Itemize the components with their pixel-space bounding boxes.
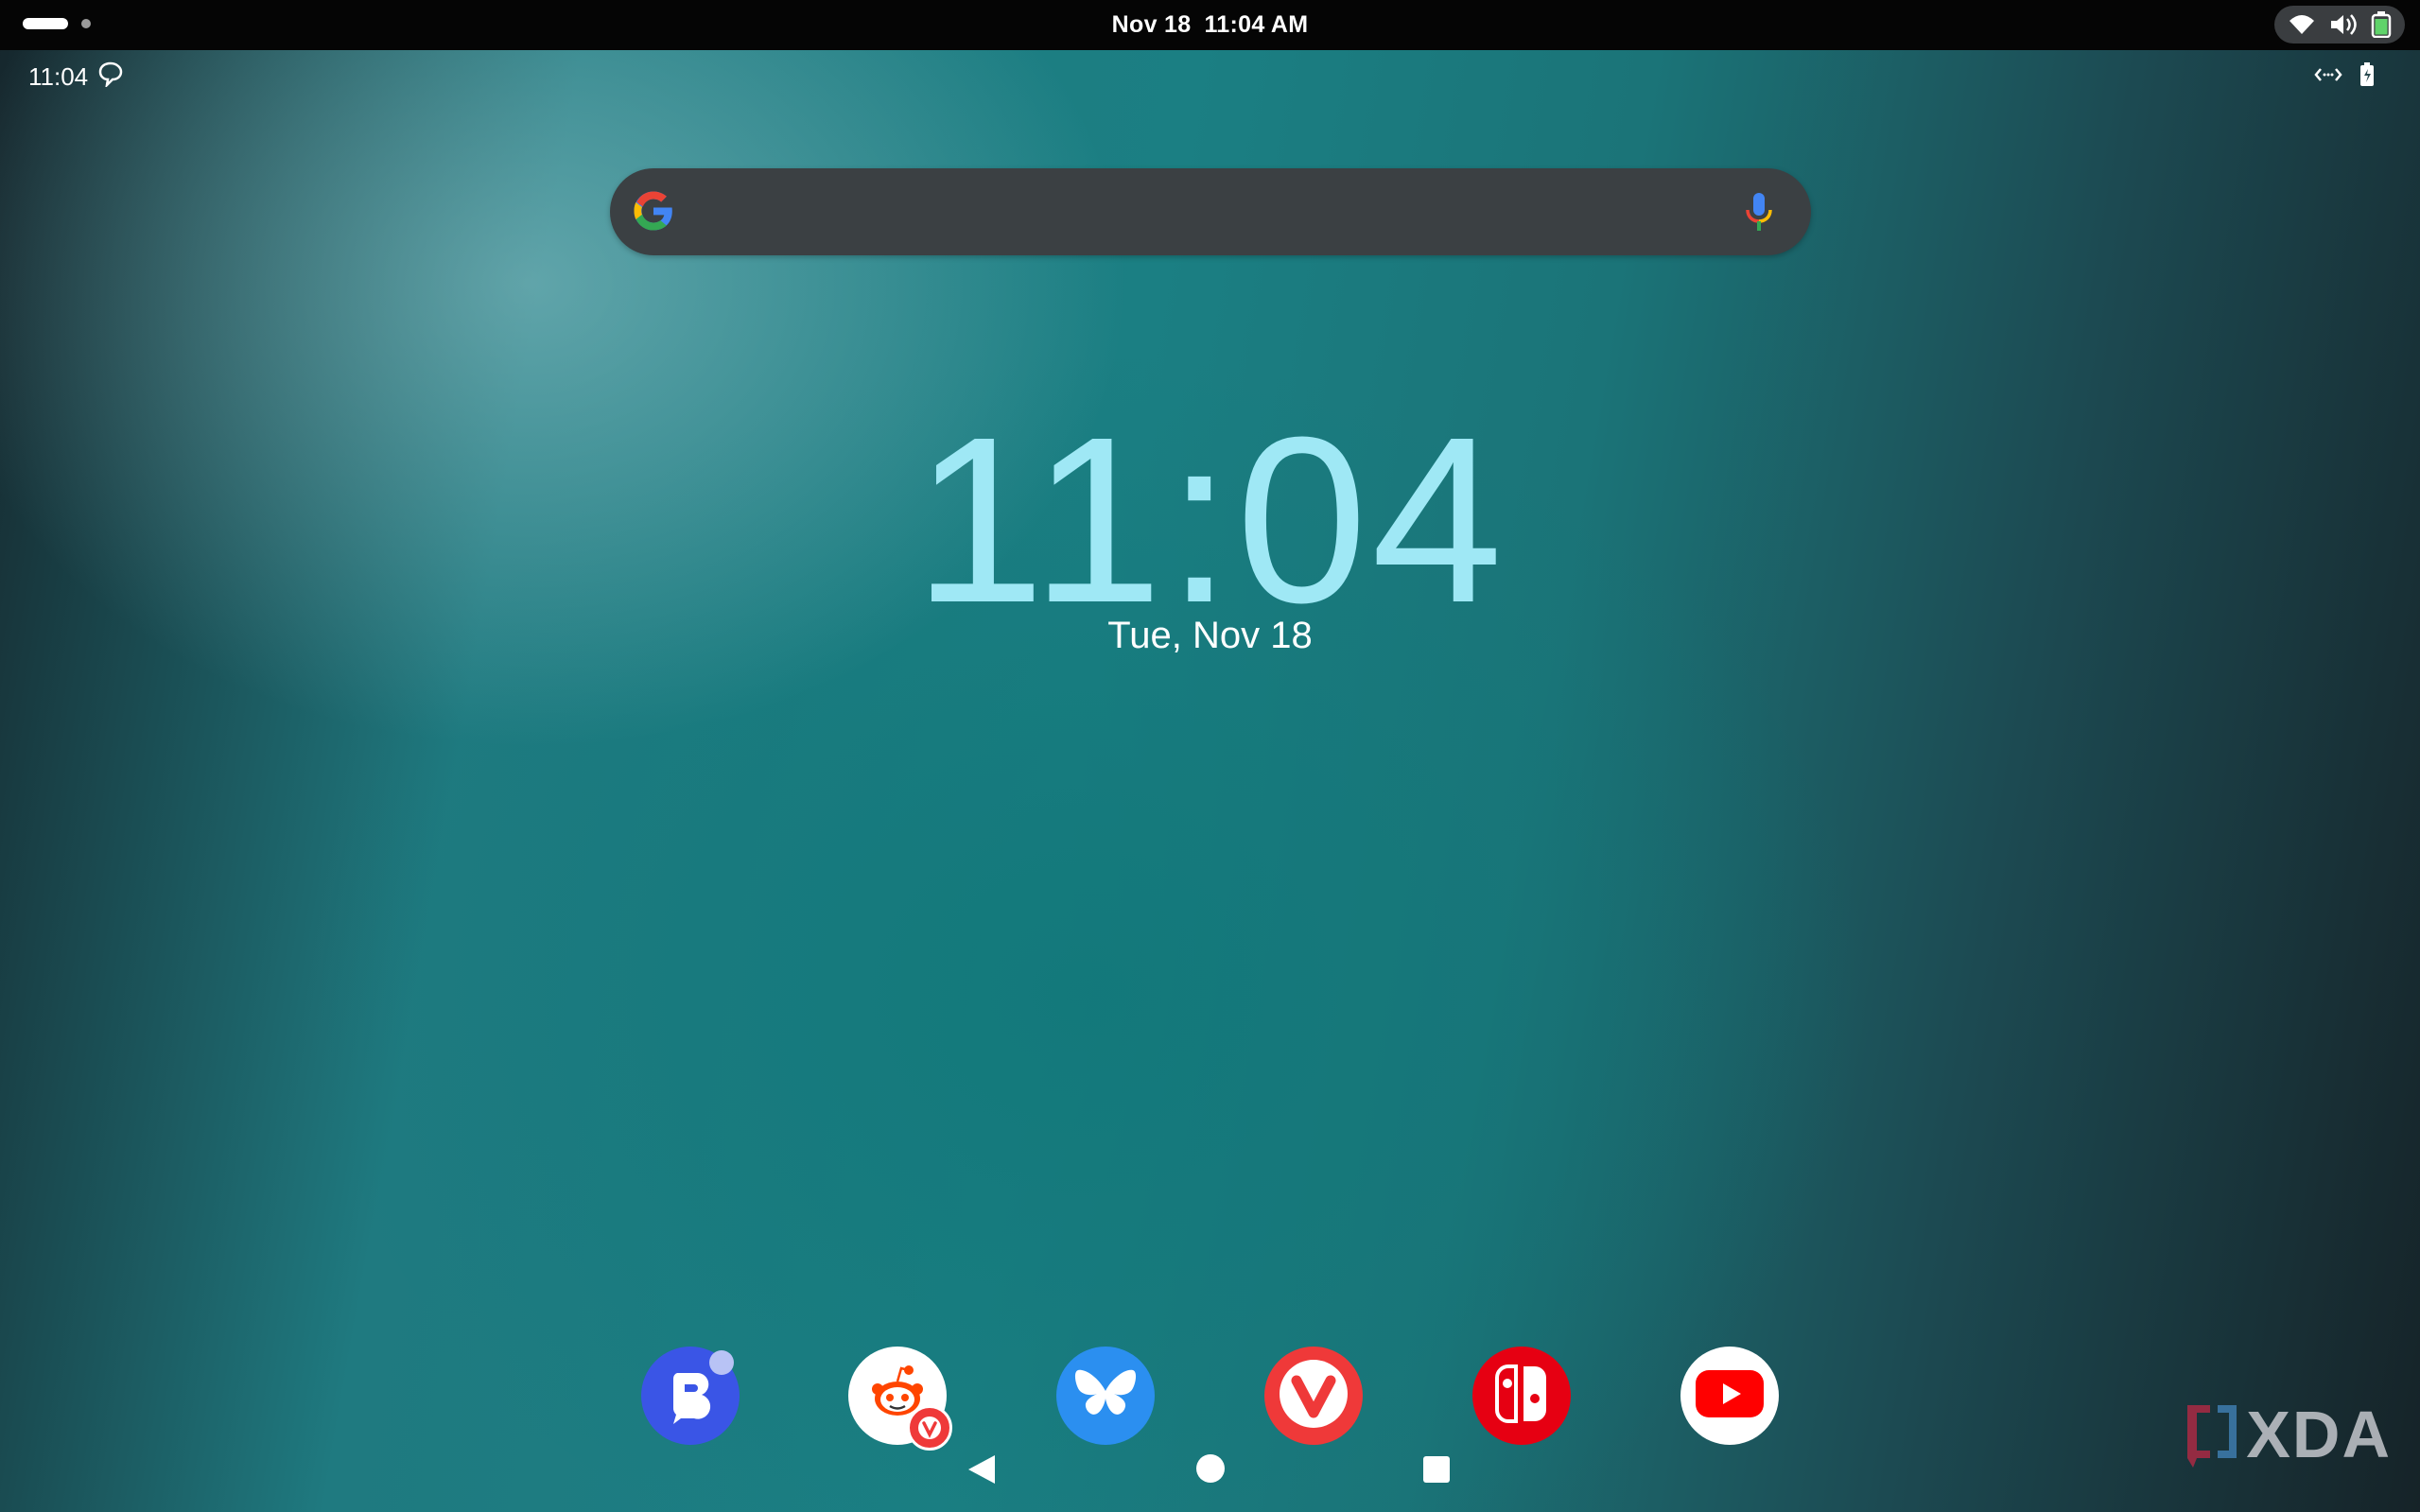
search-input[interactable] bbox=[695, 187, 1701, 238]
google-search-bar[interactable] bbox=[610, 168, 1811, 255]
youtube-icon bbox=[1696, 1369, 1764, 1422]
bluesky-icon bbox=[1074, 1366, 1137, 1426]
volume-icon bbox=[2329, 13, 2358, 36]
clock-widget-time[interactable]: 11:04 bbox=[0, 402, 2420, 638]
system-time: 11:04 AM bbox=[1204, 11, 1309, 38]
android-status-right bbox=[2314, 62, 2375, 92]
beeper-app[interactable] bbox=[641, 1347, 740, 1445]
code-arrows-icon bbox=[2314, 65, 2342, 89]
nintendo-switch-icon bbox=[1495, 1363, 1548, 1430]
clock-widget-date[interactable]: Tue, Nov 18 bbox=[0, 615, 2420, 657]
youtube-app[interactable] bbox=[1680, 1347, 1779, 1445]
status-tray[interactable] bbox=[2274, 6, 2405, 43]
system-datetime[interactable]: Nov 18 11:04 AM bbox=[1112, 11, 1309, 39]
xda-watermark: XDA bbox=[2184, 1397, 2392, 1472]
inactive-desk-dot[interactable] bbox=[81, 19, 91, 28]
vivaldi-icon bbox=[1274, 1354, 1353, 1438]
navigation-bar bbox=[0, 1451, 2420, 1489]
active-desk-pill[interactable] bbox=[23, 18, 68, 29]
notification-dot bbox=[709, 1350, 734, 1375]
xda-logo-icon bbox=[2187, 1405, 2237, 1468]
recents-button[interactable] bbox=[1422, 1455, 1451, 1488]
back-button[interactable] bbox=[966, 1453, 997, 1490]
system-top-bar: Nov 18 11:04 AM bbox=[0, 0, 2420, 50]
xda-watermark-text: XDA bbox=[2246, 1398, 2392, 1471]
wifi-icon bbox=[2288, 13, 2316, 36]
google-logo-icon bbox=[631, 188, 676, 238]
battery-charging-icon bbox=[2371, 11, 2392, 38]
status-time: 11:04 bbox=[28, 62, 89, 91]
system-date: Nov 18 bbox=[1111, 11, 1192, 38]
beeper-icon bbox=[660, 1364, 721, 1429]
microphone-icon[interactable] bbox=[1745, 192, 1773, 236]
app-dock bbox=[0, 1347, 2420, 1451]
android-status-left: 11:04 bbox=[28, 61, 124, 94]
speech-bubble-icon bbox=[97, 61, 124, 94]
vivaldi-badge-icon bbox=[907, 1405, 952, 1451]
bluesky-app[interactable] bbox=[1056, 1347, 1155, 1445]
desk-indicator[interactable] bbox=[23, 18, 91, 29]
reddit-app[interactable] bbox=[848, 1347, 952, 1451]
battery-icon bbox=[2359, 62, 2375, 92]
home-button[interactable] bbox=[1195, 1453, 1226, 1488]
nintendo-switch-app[interactable] bbox=[1472, 1347, 1571, 1445]
vivaldi-app[interactable] bbox=[1264, 1347, 1363, 1445]
